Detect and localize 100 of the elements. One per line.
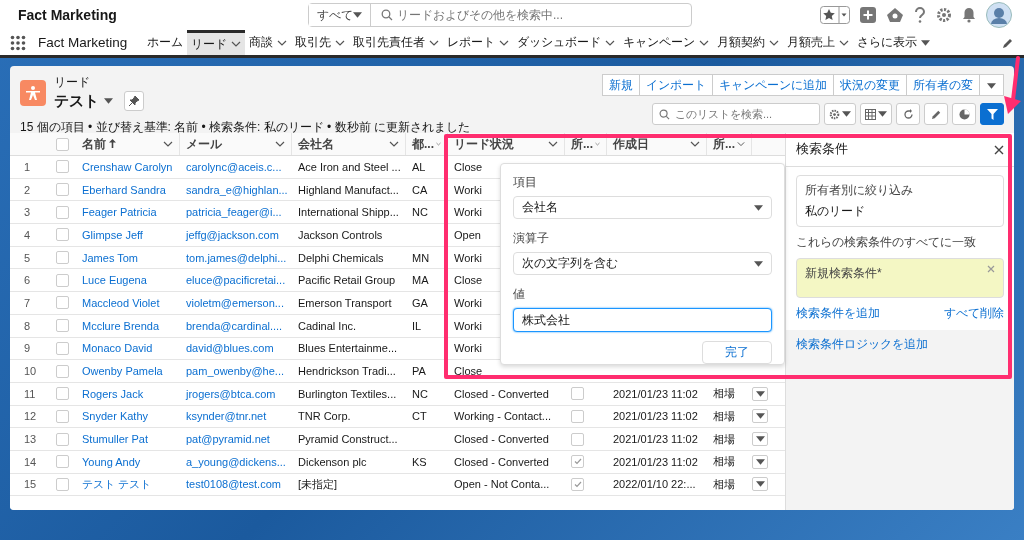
- action-button[interactable]: 新規: [602, 74, 640, 96]
- list-search-field[interactable]: このリストを検索...: [652, 103, 820, 125]
- row-actions-button[interactable]: [752, 432, 768, 447]
- row-actions-button[interactable]: [752, 409, 768, 424]
- column-header[interactable]: 所...: [565, 133, 607, 155]
- lead-name-link[interactable]: Stumuller Pat: [76, 433, 180, 446]
- email-link[interactable]: jrogers@btca.com: [180, 387, 292, 400]
- action-button[interactable]: 状況の変更: [833, 74, 907, 96]
- email-link[interactable]: test0108@test.com: [180, 478, 292, 491]
- owner-filter-card[interactable]: 所有者別に絞り込み 私のリード: [796, 175, 1004, 227]
- settings-icon[interactable]: [936, 7, 952, 23]
- new-filter-card[interactable]: 新規検索条件*: [796, 258, 1004, 298]
- email-link[interactable]: sandra_e@highlan...: [180, 183, 292, 196]
- row-checkbox[interactable]: [56, 251, 69, 265]
- help-icon[interactable]: [914, 7, 926, 23]
- plus-icon[interactable]: [860, 7, 876, 23]
- value-input-field[interactable]: 株式会社: [513, 308, 772, 332]
- row-checkbox[interactable]: [56, 228, 69, 242]
- app-launcher-icon[interactable]: [10, 34, 26, 51]
- favorites-icon[interactable]: [820, 6, 850, 24]
- email-link[interactable]: a_young@dickens...: [180, 455, 292, 468]
- lead-name-link[interactable]: Snyder Kathy: [76, 410, 180, 423]
- lead-name-link[interactable]: Monaco David: [76, 342, 180, 355]
- email-link[interactable]: pat@pyramid.net: [180, 433, 292, 446]
- close-icon[interactable]: [994, 144, 1004, 155]
- nav-tab[interactable]: 月額契約: [713, 30, 784, 55]
- lead-name-link[interactable]: Rogers Jack: [76, 387, 180, 400]
- column-header[interactable]: メール: [180, 133, 292, 155]
- remove-all-link[interactable]: すべて削除: [944, 305, 1004, 322]
- add-filter-link[interactable]: 検索条件を追加: [796, 305, 880, 322]
- list-view-name[interactable]: テスト: [54, 91, 99, 111]
- action-button[interactable]: インポート: [639, 74, 713, 96]
- nav-tab[interactable]: 月額売上: [783, 30, 854, 55]
- row-checkbox[interactable]: [56, 409, 69, 423]
- nav-tab[interactable]: ホーム: [143, 30, 188, 55]
- email-link[interactable]: eluce@pacificretai...: [180, 274, 292, 287]
- lead-name-link[interactable]: Crenshaw Carolyn: [76, 160, 180, 173]
- lead-name-link[interactable]: Eberhard Sandra: [76, 183, 180, 196]
- email-link[interactable]: patricia_feager@i...: [180, 206, 292, 219]
- action-button[interactable]: キャンペーンに追加: [712, 74, 834, 96]
- email-link[interactable]: jeffg@jackson.com: [180, 228, 292, 241]
- filter-button[interactable]: [980, 103, 1004, 125]
- select-field[interactable]: 会社名: [513, 196, 772, 220]
- bell-icon[interactable]: [962, 7, 976, 23]
- edit-button[interactable]: [924, 103, 948, 125]
- lead-name-link[interactable]: Owenby Pamela: [76, 365, 180, 378]
- row-checkbox[interactable]: [56, 160, 69, 174]
- global-search-input[interactable]: リードおよびその他を検索中...: [371, 3, 691, 27]
- avatar[interactable]: [986, 2, 1012, 28]
- add-filter-logic-link[interactable]: 検索条件ロジックを追加: [796, 337, 928, 351]
- row-actions-button[interactable]: [752, 454, 768, 469]
- nav-tab[interactable]: 取引先: [291, 30, 350, 55]
- nav-tab[interactable]: 取引先責任者: [349, 30, 444, 55]
- lead-name-link[interactable]: Luce Eugena: [76, 274, 180, 287]
- row-checkbox[interactable]: [56, 296, 69, 310]
- row-checkbox[interactable]: [56, 477, 69, 491]
- email-link[interactable]: ksynder@tnr.net: [180, 410, 292, 423]
- row-checkbox[interactable]: [56, 205, 69, 219]
- nav-tab[interactable]: さらに表示: [853, 30, 935, 55]
- lead-name-link[interactable]: Mcclure Brenda: [76, 319, 180, 332]
- edit-icon[interactable]: [1002, 36, 1014, 49]
- more-actions-button[interactable]: [979, 74, 1004, 96]
- search-scope-dropdown[interactable]: すべて: [309, 4, 371, 26]
- row-checkbox[interactable]: [56, 341, 69, 355]
- lead-name-link[interactable]: Glimpse Jeff: [76, 228, 180, 241]
- column-header[interactable]: 会社名: [292, 133, 406, 155]
- email-link[interactable]: tom.james@delphi...: [180, 251, 292, 264]
- action-button[interactable]: 所有者の変: [906, 74, 980, 96]
- nav-tab[interactable]: リード: [187, 30, 246, 55]
- done-button[interactable]: 完了: [702, 340, 772, 364]
- row-actions-button[interactable]: [752, 477, 768, 492]
- select-all-checkbox[interactable]: [56, 137, 69, 151]
- email-link[interactable]: violetm@emerson...: [180, 296, 292, 309]
- lead-name-link[interactable]: Maccleod Violet: [76, 296, 180, 309]
- lead-name-link[interactable]: James Tom: [76, 251, 180, 264]
- email-link[interactable]: david@blues.com: [180, 342, 292, 355]
- select-field[interactable]: 次の文字列を含む: [513, 252, 772, 276]
- lead-name-link[interactable]: Young Andy: [76, 455, 180, 468]
- charts-button[interactable]: [952, 103, 976, 125]
- nav-tab[interactable]: ダッシュボード: [513, 30, 620, 55]
- nav-tab[interactable]: レポート: [443, 30, 514, 55]
- display-as-button[interactable]: [860, 103, 892, 125]
- lead-name-link[interactable]: テスト テスト: [76, 476, 180, 492]
- refresh-button[interactable]: [896, 103, 920, 125]
- pin-button[interactable]: [124, 91, 144, 111]
- row-checkbox[interactable]: [56, 455, 69, 469]
- email-link[interactable]: brenda@cardinal....: [180, 319, 292, 332]
- column-header[interactable]: 都...: [406, 133, 448, 155]
- row-checkbox[interactable]: [56, 364, 69, 378]
- row-checkbox[interactable]: [56, 273, 69, 287]
- column-header[interactable]: 所...: [707, 133, 752, 155]
- row-checkbox[interactable]: [56, 387, 69, 401]
- list-settings-button[interactable]: [824, 103, 856, 125]
- lead-name-link[interactable]: Feager Patricia: [76, 206, 180, 219]
- row-checkbox[interactable]: [56, 319, 69, 333]
- global-search-field[interactable]: すべて リードおよびその他を検索中...: [308, 3, 692, 27]
- row-checkbox[interactable]: [56, 183, 69, 197]
- remove-icon[interactable]: [987, 265, 995, 273]
- nav-tab[interactable]: キャンペーン: [619, 30, 714, 55]
- email-link[interactable]: carolync@aceis.c...: [180, 160, 292, 173]
